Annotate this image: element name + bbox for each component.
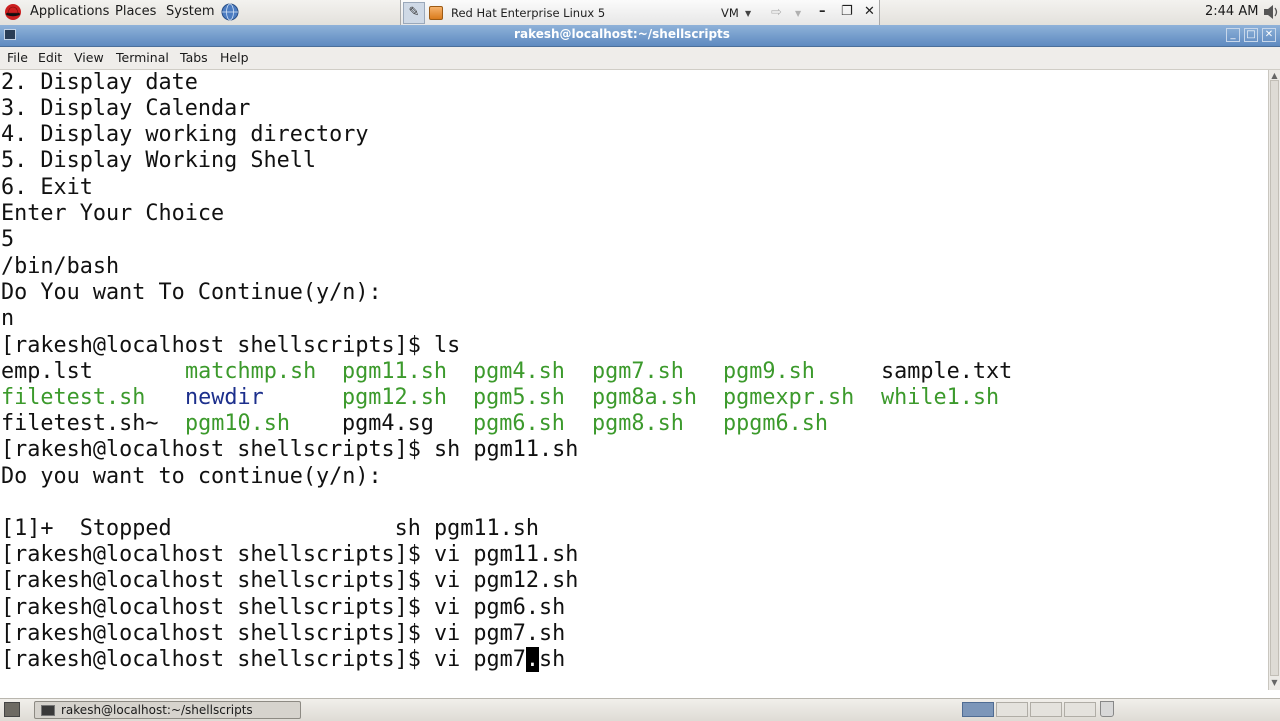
ls-file-item: pgm4.sg [342,411,434,436]
system-menu[interactable]: System [166,4,214,20]
terminal-line: 4. Display working directory [1,122,369,147]
minimize-icon[interactable]: _ [1226,28,1240,42]
terminal-line: [rakesh@localhost shellscripts]$ ls [1,333,461,358]
ls-file-item: pgm5.sh [473,385,565,410]
ls-file-item: pgm6.sh [473,411,565,436]
taskbar-window-label: rakesh@localhost:~/shellscripts [61,703,253,717]
workspace-2[interactable] [996,702,1028,717]
ls-file-item: sample.txt [881,359,1013,384]
menubar: File Edit View Terminal Tabs Help [0,47,1280,70]
terminal-line: [rakesh@localhost shellscripts]$ vi pgm1… [1,568,579,593]
vm-toolbar: ✎ Red Hat Enterprise Linux 5 VM ▼ ⇨ ▼ – … [400,0,880,27]
menu-edit[interactable]: Edit [38,50,62,65]
terminal-line: n [1,306,15,331]
terminal-line: 2. Display date [1,70,198,95]
trash-icon[interactable] [1100,701,1114,717]
web-browser-icon[interactable] [221,3,239,21]
terminal-line: 3. Display Calendar [1,96,251,121]
ls-file-item: pgm4.sh [473,359,565,384]
text-cursor: . [525,647,540,672]
ls-file-item: pgm7.sh [592,359,684,384]
ls-file-item: pgm8.sh [592,411,684,436]
scrollbar-thumb[interactable] [1270,80,1279,676]
terminal-line: [rakesh@localhost shellscripts]$ vi pgm6… [1,595,566,620]
vm-icon [429,6,443,20]
terminal-prompt-line[interactable]: [rakesh@localhost shellscripts]$ vi pgm7… [1,647,565,673]
menu-view[interactable]: View [74,50,104,65]
terminal-line: Do You want To Continue(y/n): [1,280,382,305]
window-titlebar[interactable]: rakesh@localhost:~/shellscripts _ □ ✕ [0,25,1280,47]
terminal-icon [41,705,55,716]
terminal-line: /bin/bash [1,254,120,279]
ls-file-item: filetest.sh~ [1,411,159,436]
ls-file-item: pgm8a.sh [592,385,697,410]
show-desktop-icon[interactable] [4,702,20,717]
applications-menu[interactable]: Applications [30,4,109,20]
terminal-line: Do you want to continue(y/n): [1,464,382,489]
send-keys-chevron-down-icon[interactable]: ▼ [795,9,801,18]
vm-minimize-icon[interactable]: – [819,4,826,20]
vm-menu[interactable]: VM [721,6,739,20]
redhat-logo-icon[interactable] [4,3,22,21]
ls-file-item: pgm12.sh [342,385,447,410]
menu-tabs[interactable]: Tabs [180,50,208,65]
terminal-line: [rakesh@localhost shellscripts]$ vi pgm7… [1,621,566,646]
terminal-line: 5. Display Working Shell [1,148,316,173]
terminal-line: [rakesh@localhost shellscripts]$ vi pgm1… [1,542,579,567]
menu-file[interactable]: File [7,50,28,65]
ls-dir-item: newdir [185,385,264,410]
ls-file-item: pgm11.sh [342,359,447,384]
scroll-down-icon[interactable]: ▼ [1270,678,1279,687]
ls-file-item: while1.sh [881,385,1000,410]
terminal-line: 6. Exit [1,175,93,200]
menu-terminal[interactable]: Terminal [116,50,169,65]
prompt-command-rest: sh [539,647,566,672]
workspace-3[interactable] [1030,702,1062,717]
ls-file-item: filetest.sh [1,385,146,410]
workspace-1[interactable] [962,702,994,717]
vm-restore-icon[interactable]: ❐ [841,4,853,20]
places-menu[interactable]: Places [115,4,156,20]
ls-file-item: matchmp.sh [185,359,317,384]
bottom-panel: rakesh@localhost:~/shellscripts [0,698,1280,721]
terminal-line: Enter Your Choice [1,201,225,226]
taskbar-window-button[interactable]: rakesh@localhost:~/shellscripts [34,701,301,719]
terminal-line: 5 [1,227,15,252]
ls-file-item: ppgm6.sh [723,411,828,436]
close-icon[interactable]: ✕ [1262,28,1276,42]
maximize-icon[interactable]: □ [1244,28,1258,42]
vm-title: Red Hat Enterprise Linux 5 [451,6,606,20]
ls-file-item: pgmexpr.sh [723,385,855,410]
ls-file-item: pgm10.sh [185,411,290,436]
pin-icon[interactable]: ✎ [403,2,425,24]
vm-menu-chevron-down-icon[interactable]: ▼ [745,9,751,18]
scroll-up-icon[interactable]: ▲ [1270,71,1279,80]
clock[interactable]: 2:44 AM [1205,4,1258,20]
volume-icon[interactable] [1263,4,1280,20]
terminal-line: [rakesh@localhost shellscripts]$ sh pgm1… [1,437,579,462]
workspace-4[interactable] [1064,702,1096,717]
send-keys-icon[interactable]: ⇨ [771,5,782,20]
menu-help[interactable]: Help [220,50,249,65]
vm-close-icon[interactable]: ✕ [864,4,875,20]
ls-file-item: emp.lst [1,359,93,384]
ls-file-item: pgm9.sh [723,359,815,384]
terminal-output[interactable]: 2. Display date 3. Display Calendar 4. D… [0,70,1268,690]
window-title: rakesh@localhost:~/shellscripts [514,27,730,41]
terminal-line: [1]+ Stopped sh pgm11.sh [1,516,540,541]
terminal-scrollbar[interactable]: ▲ ▼ [1268,70,1280,690]
prompt-command-text: [rakesh@localhost shellscripts]$ vi pgm7 [1,647,526,672]
